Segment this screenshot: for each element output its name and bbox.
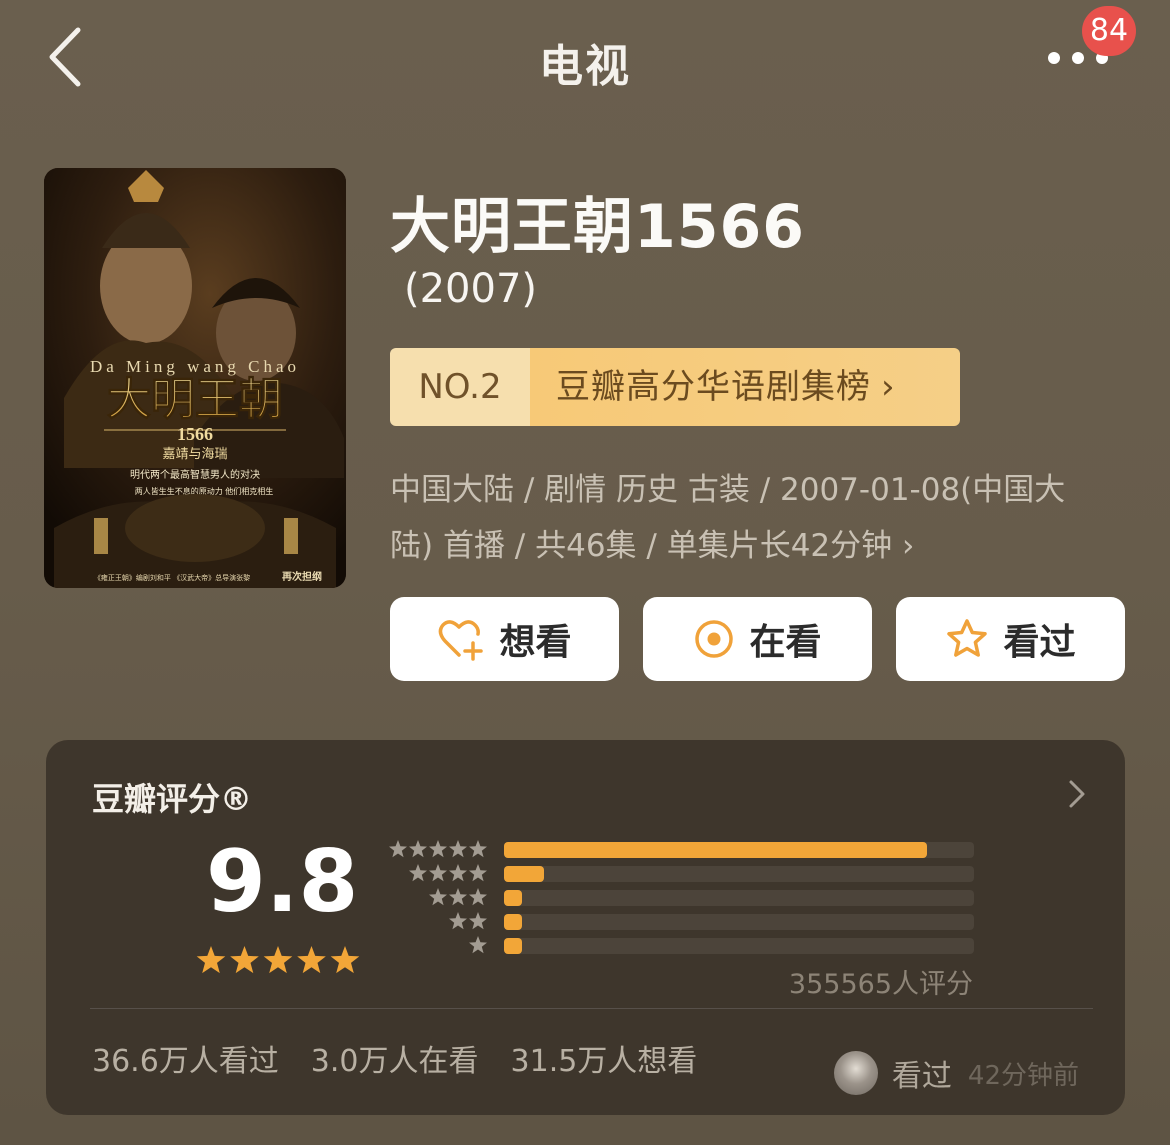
show-metadata[interactable]: 中国大陆 / 剧情 历史 古装 / 2007-01-08(中国大 陆) 首播 /… [390,462,1110,574]
bar-star-icon [469,888,487,906]
rating-bar-row [384,840,984,858]
bar-star-icon [429,864,447,882]
poster-year: 1566 [177,424,213,444]
rating-bar-fill [504,938,522,954]
top-nav-bar: 电视 84 [0,0,1170,120]
rating-bar-fill [504,890,522,906]
poster-credits-2: 再次担纲 [282,570,322,583]
bar-star-icon [449,912,467,930]
score-star-icon [330,946,360,974]
poster-tagline-1: 明代两个最高智慧男人的对决 [130,468,260,481]
rank-list-name: 豆瓣高分华语剧集榜 › [530,348,960,426]
meta-line-1: 中国大陆 / 剧情 历史 古装 / 2007-01-08(中国大 [390,472,1066,508]
bar-star-icon [389,840,407,858]
rating-score: 9.8 [206,832,359,932]
divider [90,1008,1093,1009]
bar-stars-icon [469,936,487,954]
score-star-icon [230,946,259,974]
rating-bar-track [504,890,974,906]
more-dots-icon [1048,52,1060,64]
want-to-watch-button[interactable]: 想看 [390,597,619,681]
watched-label: 看过 [1003,622,1076,663]
rating-title: 豆瓣评分® [92,780,253,818]
show-year: (2007) [404,266,538,312]
poster-artwork: Da Ming wang Chao 大明王朝 1566 嘉靖与海瑞 明代两个最高… [44,168,346,588]
bar-star-icon [469,936,487,954]
bar-star-icon [469,840,487,858]
rating-bar-row [384,864,984,882]
watched-button[interactable]: 看过 [896,597,1125,681]
poster-subtitle: 嘉靖与海瑞 [162,447,227,462]
bar-star-icon [449,864,467,882]
friend-time: 42分钟前 [967,1060,1079,1091]
stat-want: 31.5万人想看 [510,1044,698,1079]
chevron-right-icon[interactable] [1061,774,1091,814]
show-title: 大明王朝1566 [390,192,805,262]
action-buttons: 想看 在看 看过 [390,597,1126,681]
bar-star-icon [429,840,447,858]
rating-bar-fill [504,866,544,882]
avatar [833,1051,878,1095]
bar-stars-icon [429,888,487,906]
bar-star-icon [429,888,447,906]
chevron-right-icon: › [902,528,915,564]
score-stars [196,946,360,974]
chevron-right-icon: › [881,367,896,407]
stat-watching: 3.0万人在看 [310,1044,479,1079]
bar-stars-icon [409,864,487,882]
bar-stars-icon [389,840,487,858]
bar-star-icon [469,864,487,882]
rating-count: 355565人评分 [788,969,973,1000]
poster-image[interactable]: Da Ming wang Chao 大明王朝 1566 嘉靖与海瑞 明代两个最高… [44,168,346,588]
poster-credits: 《雍正王朝》编剧刘和平 《汉武大帝》总导演张黎 [94,573,250,582]
star-outline-icon [947,619,988,657]
score-star-icon [297,946,326,974]
bar-star-icon [409,840,427,858]
page-title: 电视 [539,41,631,92]
rank-number: NO.2 [390,348,530,426]
stat-watched: 36.6万人看过 [92,1044,279,1079]
rating-bar-row [384,936,984,954]
rating-card[interactable]: 豆瓣评分® 9.8 355565人评分 36.6万人看过 3.0万人在看 31.5万… [46,740,1125,1115]
target-circle-icon [695,620,734,658]
rating-bar-track [504,938,974,954]
ranking-banner[interactable]: NO.2 豆瓣高分华语剧集榜 › [390,348,960,426]
friend-action: 看过 [891,1059,952,1094]
score-star-icon [263,946,293,974]
bar-star-icon [449,888,467,906]
watching-label: 在看 [749,622,822,663]
rating-bar-track [504,842,974,858]
rating-bar-fill [504,914,522,930]
friend-activity[interactable]: 看过 42分钟前 [833,1050,1079,1096]
rating-bar-track [504,914,974,930]
watching-button[interactable]: 在看 [643,597,872,681]
rating-bar-row [384,912,984,930]
bar-star-icon [409,864,427,882]
bar-star-icon [449,840,467,858]
rating-bar-track [504,866,974,882]
notification-badge: 84 [1082,6,1136,56]
want-to-watch-label: 想看 [499,622,572,663]
heart-plus-icon [439,620,484,661]
rank-list-label: 豆瓣高分华语剧集榜 [556,367,871,407]
score-star-icon [196,946,226,974]
rating-bar-row [384,888,984,906]
bar-stars-icon [449,912,487,930]
bar-star-icon [469,912,487,930]
watch-stats: 36.6万人看过 3.0万人在看 31.5万人想看 [92,1036,729,1080]
meta-line-2: 陆) 首播 / 共46集 / 单集片长42分钟 › [390,528,915,564]
rating-bar-fill [504,842,927,858]
poster-title-cn: 大明王朝 [107,374,283,425]
